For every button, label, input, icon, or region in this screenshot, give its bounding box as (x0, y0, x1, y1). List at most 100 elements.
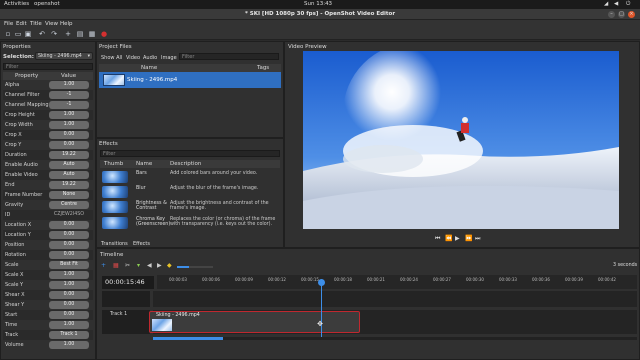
property-value[interactable]: -1 (49, 91, 89, 99)
property-row[interactable]: Scale Best Fit (3, 260, 93, 270)
volume-icon[interactable]: ◀ (614, 1, 618, 7)
timeline-scrollbar[interactable] (153, 337, 637, 340)
track-header[interactable]: Track 1 (102, 310, 150, 334)
add-marker-icon[interactable]: ▾ (137, 262, 140, 269)
property-value[interactable]: 0.00 (49, 291, 89, 299)
filter-audio[interactable]: Audio (143, 55, 157, 61)
property-value[interactable]: Best Fit (49, 261, 89, 269)
redo-icon[interactable]: ↷ (50, 30, 58, 38)
save-project-icon[interactable]: ▣ (24, 30, 32, 38)
selection-dropdown[interactable]: Skiing - 2496.mp4 ▾ (35, 52, 93, 60)
scrollbar-thumb[interactable] (153, 337, 223, 340)
property-value[interactable]: 1.00 (49, 121, 89, 129)
menu-file[interactable]: File (4, 21, 13, 27)
rewind-icon[interactable]: ⏪ (445, 235, 452, 242)
minimize-icon[interactable]: – (608, 11, 615, 18)
maximize-icon[interactable]: □ (618, 11, 625, 18)
effect-row-brightness[interactable]: Brightness & Contrast Adjust the brightn… (100, 200, 280, 214)
property-value[interactable]: -1 (49, 101, 89, 109)
property-row[interactable]: Crop Height 1.00 (3, 110, 93, 120)
property-value[interactable]: 1.00 (49, 271, 89, 279)
property-row[interactable]: Enable Video Auto (3, 170, 93, 180)
property-row[interactable]: Alpha 1.00 (3, 80, 93, 90)
close-icon[interactable]: × (628, 11, 635, 18)
property-row[interactable]: Channel Filter -1 (3, 90, 93, 100)
add-track-icon[interactable]: + (101, 262, 106, 269)
profile-icon[interactable]: ▤ (76, 30, 84, 38)
video-frame[interactable] (303, 51, 619, 229)
property-value[interactable]: 1.00 (49, 341, 89, 349)
property-row[interactable]: Channel Mapping -1 (3, 100, 93, 110)
effects-filter-input[interactable]: Filter (100, 150, 280, 157)
jump-end-icon[interactable]: ⏭ (475, 235, 480, 243)
property-row[interactable]: Frame Number None (3, 190, 93, 200)
jump-start-icon[interactable]: ⏮ (435, 235, 440, 243)
properties-filter-input[interactable]: Filter (3, 63, 93, 70)
property-value[interactable]: Auto (49, 161, 89, 169)
open-project-icon[interactable]: ▭ (14, 30, 22, 38)
zoom-slider[interactable] (177, 266, 213, 268)
timeline-ruler[interactable]: 00:00:03 00:00:06 00:00:09 00:00:12 00:00:15… (157, 275, 637, 289)
property-value[interactable]: CZJEW2I4SO (49, 211, 89, 219)
fullscreen-icon[interactable]: ▦ (88, 30, 96, 38)
project-files-filter-input[interactable]: Filter (179, 53, 279, 60)
property-row[interactable]: End 19.22 (3, 180, 93, 190)
property-row[interactable]: Scale X 1.00 (3, 270, 93, 280)
property-value[interactable]: Track 1 (49, 331, 89, 339)
property-row[interactable]: Shear Y 0.00 (3, 300, 93, 310)
filter-video[interactable]: Video (126, 55, 140, 61)
property-row[interactable]: ID CZJEW2I4SO (3, 210, 93, 220)
property-value[interactable]: Auto (49, 171, 89, 179)
property-row[interactable]: Crop Width 1.00 (3, 120, 93, 130)
property-row[interactable]: Start 0.00 (3, 310, 93, 320)
property-row[interactable]: Crop Y 0.00 (3, 140, 93, 150)
playhead-handle[interactable] (318, 279, 325, 286)
menu-edit[interactable]: Edit (16, 21, 27, 27)
property-row[interactable]: Location Y 0.00 (3, 230, 93, 240)
app-menu[interactable]: openshot (34, 1, 60, 7)
import-files-icon[interactable]: + (64, 30, 72, 38)
effect-row-blur[interactable]: Blur Adjust the blur of the frame's imag… (100, 185, 280, 199)
filter-image[interactable]: Image (161, 55, 177, 61)
property-row[interactable]: Shear X 0.00 (3, 290, 93, 300)
fast-forward-icon[interactable]: ⏩ (465, 235, 472, 242)
effect-row-chroma-key[interactable]: Chroma Key (Greenscreen) Replaces the co… (100, 216, 280, 230)
center-playhead-icon[interactable]: ◆ (167, 262, 172, 269)
snap-icon[interactable]: ▦ (113, 262, 119, 269)
property-row[interactable]: Location X 0.00 (3, 220, 93, 230)
property-row[interactable]: Rotation 0.00 (3, 250, 93, 260)
tab-transitions[interactable]: Transitions (101, 241, 128, 247)
property-value[interactable]: 19.22 (49, 181, 89, 189)
property-row[interactable]: Track Track 1 (3, 330, 93, 340)
menu-view[interactable]: View (45, 21, 58, 27)
property-value[interactable]: 0.00 (49, 301, 89, 309)
previous-marker-icon[interactable]: ◀ (147, 262, 152, 269)
property-row[interactable]: Scale Y 1.00 (3, 280, 93, 290)
track-lane-empty[interactable] (153, 291, 637, 307)
property-value[interactable]: 19.22 (49, 151, 89, 159)
property-row[interactable]: Time 1.00 (3, 320, 93, 330)
property-value[interactable]: 1.00 (49, 321, 89, 329)
property-value[interactable]: 0.00 (49, 231, 89, 239)
undo-icon[interactable]: ↶ (38, 30, 46, 38)
property-value[interactable]: 0.00 (49, 131, 89, 139)
property-row[interactable]: Volume 1.00 (3, 340, 93, 350)
new-project-icon[interactable]: ▫ (4, 30, 12, 38)
play-icon[interactable]: ▶ (455, 235, 460, 242)
clock[interactable]: Sun 13:43 (304, 1, 332, 7)
property-value[interactable]: Centre (49, 201, 89, 209)
property-row[interactable]: Duration 19.22 (3, 150, 93, 160)
filter-show-all[interactable]: Show All (101, 55, 122, 61)
property-row[interactable]: Crop X 0.00 (3, 130, 93, 140)
property-value[interactable]: 0.00 (49, 241, 89, 249)
property-value[interactable]: 0.00 (49, 221, 89, 229)
property-value[interactable]: 1.00 (49, 281, 89, 289)
menu-help[interactable]: Help (60, 21, 73, 27)
property-value[interactable]: 1.00 (49, 111, 89, 119)
tab-effects[interactable]: Effects (133, 241, 150, 247)
activities-button[interactable]: Activities (4, 1, 29, 7)
next-marker-icon[interactable]: ▶ (157, 262, 162, 269)
menu-title[interactable]: Title (30, 21, 42, 27)
timeline-clip[interactable]: Skiing - 2496.mp4 (149, 311, 360, 333)
export-video-icon[interactable]: ● (100, 30, 108, 38)
